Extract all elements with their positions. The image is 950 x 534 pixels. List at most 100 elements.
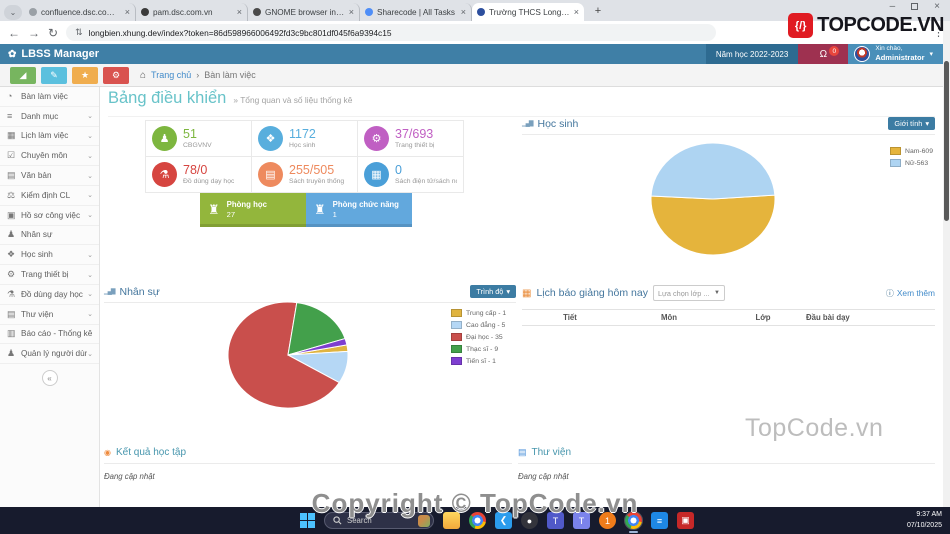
notifications-button[interactable]: Ω 0 — [798, 44, 848, 64]
sidebar-item-văn-bản[interactable]: ▤Văn bản⌄ — [0, 166, 99, 186]
school-year-button[interactable]: Năm học 2022-2023 — [706, 44, 799, 64]
legend-swatch — [890, 159, 901, 167]
sidebar-item-nhân-sự[interactable]: ♟Nhân sự — [0, 226, 99, 246]
sidebar-item-label: Học sinh — [21, 250, 87, 259]
teams-2-icon[interactable]: T — [573, 512, 590, 529]
vscode-icon[interactable]: ❮ — [495, 512, 512, 529]
tab-close-icon[interactable]: × — [461, 7, 466, 17]
staff-pie-chart[interactable] — [213, 297, 363, 413]
browser-tab[interactable]: Trường THCS Long Biên - Quậ × — [472, 3, 584, 21]
sidebar-item-label: Đồ dùng dạy học — [21, 290, 87, 299]
back-button[interactable]: ← — [8, 26, 20, 40]
browser-tab[interactable]: Sharecode | All Tasks× — [360, 3, 472, 21]
students-pie-chart[interactable] — [638, 139, 788, 259]
app-dark-icon[interactable]: ● — [521, 512, 538, 529]
file-explorer-icon[interactable] — [443, 512, 460, 529]
tab-title: Trường THCS Long Biên - Quậ — [489, 8, 570, 17]
legend-item[interactable]: Nam-609 — [890, 147, 933, 155]
pie-slice-Nam[interactable] — [651, 195, 775, 255]
sidebar-item-label: Báo cáo - Thống kê — [21, 329, 93, 338]
scrollbar-thumb[interactable] — [944, 61, 949, 221]
users-icon: ♟ — [7, 229, 21, 240]
panel-schedule: ▦ Lịch báo giảng hôm nay Lựa chọn lớp ..… — [522, 285, 935, 443]
quick-bar-chart-button[interactable]: ◢ — [10, 67, 36, 84]
gears-icon: ⚙ — [364, 126, 389, 151]
sidebar-item-thư-viện[interactable]: ▤Thư viện⌄ — [0, 305, 99, 325]
sidebar-item-hồ-sơ-công-việc[interactable]: ▣Hồ sơ công việc⌄ — [0, 206, 99, 226]
sidebar-item-đồ-dùng-dạy-học[interactable]: ⚗Đồ dùng dạy học⌄ — [0, 285, 99, 305]
pie-slice-Nữ[interactable] — [651, 143, 775, 199]
chevron-down-icon: ▼ — [714, 290, 720, 296]
tab-close-icon[interactable]: × — [237, 7, 242, 17]
topcode-logo: {/} TOPCODE.VN — [788, 13, 944, 38]
sidebar-item-báo-cáo---thống-kê[interactable]: ▥Báo cáo - Thống kê — [0, 325, 99, 345]
browser-tab[interactable]: pam.dsc.com.vn× — [136, 3, 248, 21]
new-tab-button[interactable]: + — [590, 3, 606, 19]
legend-item[interactable]: Trung cấp - 1 — [451, 309, 506, 317]
document-icon: ▤ — [7, 170, 21, 181]
forward-button[interactable]: → — [28, 26, 40, 40]
sidebar-item-chuyên-môn[interactable]: ☑Chuyên môn⌄ — [0, 146, 99, 166]
users-icon: ♟ — [152, 126, 177, 151]
legend-swatch — [890, 147, 901, 155]
sidebar-item-label: Trang thiết bị — [21, 270, 87, 279]
site-info-icon[interactable]: ⇅ — [75, 27, 83, 38]
app-orange-1-icon[interactable]: 1 — [599, 512, 616, 529]
chevron-down-icon: ⌄ — [87, 172, 93, 180]
address-bar[interactable]: ⇅ longbien.xhung.dev/index?token=86d5989… — [66, 24, 716, 41]
schedule-more-link[interactable]: ⓘ Xem thêm — [886, 288, 935, 299]
breadcrumb: ⌂ Trang chủ › Bàn làm việc — [140, 70, 256, 81]
app-red-icon[interactable]: ▣ — [677, 512, 694, 529]
legend-label: Thạc sĩ - 9 — [466, 346, 498, 353]
chevron-down-icon: ⌄ — [87, 271, 93, 279]
quick-gears-button[interactable]: ⚙ — [103, 67, 129, 84]
legend-item[interactable]: Thạc sĩ - 9 — [451, 345, 506, 353]
legend-item[interactable]: Nữ-563 — [890, 159, 933, 167]
students-filter-button[interactable]: Giới tính ▾ — [888, 117, 935, 130]
breadcrumb-home-link[interactable]: Trang chủ — [151, 70, 191, 80]
sidebar-item-danh-mục[interactable]: ≡Danh mục⌄ — [0, 107, 99, 127]
user-menu[interactable]: Xin chào, Administrator ▾ — [848, 44, 943, 64]
legend-label: Cao đẳng - 5 — [466, 322, 505, 329]
sidebar-item-quản-lý-người-dùng[interactable]: ♟Quản lý người dùng⌄ — [0, 344, 99, 364]
quick-pencil-button[interactable]: ✎ — [41, 67, 67, 84]
sidebar-item-label: Văn bản — [21, 171, 87, 180]
browser-tab[interactable]: confluence.dsc.com.vn× — [24, 3, 136, 21]
tab-close-icon[interactable]: × — [349, 7, 354, 17]
legend-label: Nữ-563 — [905, 160, 928, 167]
legend-item[interactable]: Đại học - 35 — [451, 333, 506, 341]
reload-button[interactable]: ↻ — [48, 26, 58, 40]
info-icon: ⓘ — [886, 288, 894, 299]
browser-tab[interactable]: GNOME browser integration - C× — [248, 3, 360, 21]
search-highlight-image[interactable] — [418, 515, 430, 527]
maximize-button[interactable] — [911, 3, 918, 10]
close-window-button[interactable]: × — [934, 1, 940, 12]
staff-filter-button[interactable]: Trình độ ▾ — [470, 285, 516, 298]
tab-close-icon[interactable]: × — [574, 7, 579, 17]
quick-star-button[interactable]: ★ — [72, 67, 98, 84]
legend-swatch — [451, 357, 462, 365]
tab-group-chip[interactable]: ⌄ — [4, 5, 22, 20]
notepad-icon[interactable]: ≡ — [651, 512, 668, 529]
class-select[interactable]: Lựa chọn lớp ... ▼ — [653, 285, 725, 301]
taskbar-clock[interactable]: 9:37 AM 07/10/2025 — [907, 510, 942, 531]
chrome-active-icon[interactable] — [625, 512, 642, 529]
sidebar-item-trang-thiết-bị[interactable]: ⚙Trang thiết bị⌄ — [0, 265, 99, 285]
stat-value: 37/693 — [395, 127, 434, 141]
legend-item[interactable]: Cao đẳng - 5 — [451, 321, 506, 329]
sidebar-item-label: Nhân sự — [21, 230, 93, 239]
sidebar-collapse-button[interactable]: « — [42, 370, 58, 386]
schedule-column-header: Lớp — [720, 313, 806, 322]
taskbar-search[interactable]: Search — [324, 512, 434, 529]
chrome-icon[interactable] — [469, 512, 486, 529]
legend-item[interactable]: Tiến sĩ - 1 — [451, 357, 506, 365]
minimize-button[interactable]: – — [890, 1, 896, 12]
teams-icon[interactable]: T — [547, 512, 564, 529]
sidebar-item-kiểm-định-cl[interactable]: ⚖Kiểm định CL⌄ — [0, 186, 99, 206]
sidebar-item-bàn-làm-việc[interactable]: ◔Bàn làm việc — [0, 87, 99, 107]
clock-time: 9:37 AM — [916, 511, 942, 518]
start-button[interactable] — [300, 513, 315, 528]
tab-close-icon[interactable]: × — [125, 7, 130, 17]
sidebar-item-lịch-làm-việc[interactable]: ▦Lịch làm việc⌄ — [0, 127, 99, 147]
sidebar-item-học-sinh[interactable]: ❖Học sinh⌄ — [0, 245, 99, 265]
